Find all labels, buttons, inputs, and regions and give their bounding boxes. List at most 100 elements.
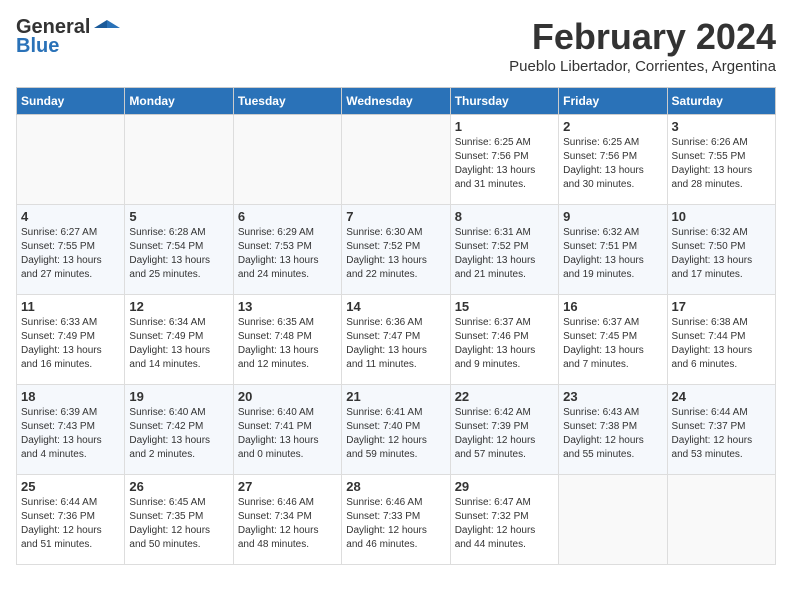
- calendar-cell: 24 Sunrise: 6:44 AM Sunset: 7:37 PM Dayli…: [667, 385, 775, 475]
- calendar-table: SundayMondayTuesdayWednesdayThursdayFrid…: [16, 87, 776, 565]
- calendar-cell: 22Sunrise: 6:42 AM Sunset: 7:39 PM Dayli…: [450, 385, 558, 475]
- day-detail: Sunrise: 6:45 AM Sunset: 7:35 PM Dayligh…: [129, 496, 228, 552]
- day-number: 1: [455, 119, 554, 134]
- calendar-cell: 5Sunrise: 6:28 AM Sunset: 7:54 PM Daylig…: [125, 205, 233, 295]
- logo-bird-icon: [94, 18, 120, 38]
- page-header: General Blue February 2024 Pueblo Libert…: [16, 16, 776, 75]
- calendar-cell: 29 Sunrise: 6:47 AM Sunset: 7:32 PM Dayli…: [450, 475, 558, 565]
- calendar-cell: 10 Sunrise: 6:32 AM Sunset: 7:50 PM Dayli…: [667, 205, 775, 295]
- day-number: 14: [346, 299, 445, 314]
- day-detail: Sunrise: 6:29 AM Sunset: 7:53 PM Dayligh…: [238, 226, 337, 282]
- day-number: 4: [21, 209, 120, 224]
- day-number: 21: [346, 389, 445, 404]
- day-number: 9: [563, 209, 662, 224]
- day-number: 25: [21, 479, 120, 494]
- column-header-saturday: Saturday: [667, 88, 775, 115]
- day-detail: Sunrise: 6:25 AM Sunset: 7:56 PM Dayligh…: [455, 136, 554, 192]
- day-detail: Sunrise: 6:32 AM Sunset: 7:50 PM Dayligh…: [672, 226, 771, 282]
- calendar-cell: 20 Sunrise: 6:40 AM Sunset: 7:41 PM Dayli…: [233, 385, 341, 475]
- calendar-cell: 17 Sunrise: 6:38 AM Sunset: 7:44 PM Dayli…: [667, 295, 775, 385]
- day-detail: Sunrise: 6:41 AM Sunset: 7:40 PM Dayligh…: [346, 406, 445, 462]
- day-detail: Sunrise: 6:32 AM Sunset: 7:51 PM Dayligh…: [563, 226, 662, 282]
- day-number: 6: [238, 209, 337, 224]
- day-detail: Sunrise: 6:37 AM Sunset: 7:46 PM Dayligh…: [455, 316, 554, 372]
- column-header-wednesday: Wednesday: [342, 88, 450, 115]
- column-header-thursday: Thursday: [450, 88, 558, 115]
- day-detail: Sunrise: 6:46 AM Sunset: 7:33 PM Dayligh…: [346, 496, 445, 552]
- day-number: 10: [672, 209, 771, 224]
- day-number: 17: [672, 299, 771, 314]
- calendar-cell: 16 Sunrise: 6:37 AM Sunset: 7:45 PM Dayli…: [559, 295, 667, 385]
- calendar-week-1: 1 Sunrise: 6:25 AM Sunset: 7:56 PM Daylig…: [17, 115, 776, 205]
- calendar-cell: 11Sunrise: 6:33 AM Sunset: 7:49 PM Dayli…: [17, 295, 125, 385]
- calendar-cell: 21 Sunrise: 6:41 AM Sunset: 7:40 PM Dayli…: [342, 385, 450, 475]
- day-number: 29: [455, 479, 554, 494]
- calendar-body: 1 Sunrise: 6:25 AM Sunset: 7:56 PM Daylig…: [17, 115, 776, 565]
- calendar-cell: 3Sunrise: 6:26 AM Sunset: 7:55 PM Daylig…: [667, 115, 775, 205]
- day-number: 12: [129, 299, 228, 314]
- day-number: 11: [21, 299, 120, 314]
- calendar-week-2: 4 Sunrise: 6:27 AM Sunset: 7:55 PM Daylig…: [17, 205, 776, 295]
- day-detail: Sunrise: 6:40 AM Sunset: 7:42 PM Dayligh…: [129, 406, 228, 462]
- calendar-cell: 26 Sunrise: 6:45 AM Sunset: 7:35 PM Dayli…: [125, 475, 233, 565]
- day-detail: Sunrise: 6:46 AM Sunset: 7:34 PM Dayligh…: [238, 496, 337, 552]
- calendar-cell: 4 Sunrise: 6:27 AM Sunset: 7:55 PM Daylig…: [17, 205, 125, 295]
- day-number: 27: [238, 479, 337, 494]
- calendar-cell: [559, 475, 667, 565]
- day-number: 15: [455, 299, 554, 314]
- logo-blue: Blue: [16, 35, 59, 58]
- day-detail: Sunrise: 6:40 AM Sunset: 7:41 PM Dayligh…: [238, 406, 337, 462]
- day-detail: Sunrise: 6:25 AM Sunset: 7:56 PM Dayligh…: [563, 136, 662, 192]
- calendar-week-4: 18 Sunrise: 6:39 AM Sunset: 7:43 PM Dayli…: [17, 385, 776, 475]
- day-detail: Sunrise: 6:47 AM Sunset: 7:32 PM Dayligh…: [455, 496, 554, 552]
- day-number: 8: [455, 209, 554, 224]
- calendar-cell: 15 Sunrise: 6:37 AM Sunset: 7:46 PM Dayli…: [450, 295, 558, 385]
- calendar-cell: 19 Sunrise: 6:40 AM Sunset: 7:42 PM Dayli…: [125, 385, 233, 475]
- day-number: 26: [129, 479, 228, 494]
- day-detail: Sunrise: 6:37 AM Sunset: 7:45 PM Dayligh…: [563, 316, 662, 372]
- calendar-cell: 1 Sunrise: 6:25 AM Sunset: 7:56 PM Daylig…: [450, 115, 558, 205]
- calendar-cell: [233, 115, 341, 205]
- day-detail: Sunrise: 6:44 AM Sunset: 7:37 PM Dayligh…: [672, 406, 771, 462]
- calendar-cell: 25Sunrise: 6:44 AM Sunset: 7:36 PM Dayli…: [17, 475, 125, 565]
- day-number: 16: [563, 299, 662, 314]
- calendar-cell: [667, 475, 775, 565]
- calendar-cell: [17, 115, 125, 205]
- column-header-tuesday: Tuesday: [233, 88, 341, 115]
- month-title: February 2024: [509, 16, 776, 58]
- title-area: February 2024 Pueblo Libertador, Corrien…: [509, 16, 776, 75]
- column-header-sunday: Sunday: [17, 88, 125, 115]
- calendar-cell: 28 Sunrise: 6:46 AM Sunset: 7:33 PM Dayli…: [342, 475, 450, 565]
- day-detail: Sunrise: 6:31 AM Sunset: 7:52 PM Dayligh…: [455, 226, 554, 282]
- day-detail: Sunrise: 6:27 AM Sunset: 7:55 PM Dayligh…: [21, 226, 120, 282]
- calendar-cell: 23 Sunrise: 6:43 AM Sunset: 7:38 PM Dayli…: [559, 385, 667, 475]
- day-number: 28: [346, 479, 445, 494]
- calendar-cell: 12 Sunrise: 6:34 AM Sunset: 7:49 PM Dayli…: [125, 295, 233, 385]
- calendar-cell: [125, 115, 233, 205]
- day-number: 23: [563, 389, 662, 404]
- day-number: 19: [129, 389, 228, 404]
- day-number: 7: [346, 209, 445, 224]
- calendar-week-3: 11Sunrise: 6:33 AM Sunset: 7:49 PM Dayli…: [17, 295, 776, 385]
- calendar-cell: 8 Sunrise: 6:31 AM Sunset: 7:52 PM Daylig…: [450, 205, 558, 295]
- calendar-cell: 9 Sunrise: 6:32 AM Sunset: 7:51 PM Daylig…: [559, 205, 667, 295]
- day-detail: Sunrise: 6:39 AM Sunset: 7:43 PM Dayligh…: [21, 406, 120, 462]
- calendar-cell: 6 Sunrise: 6:29 AM Sunset: 7:53 PM Daylig…: [233, 205, 341, 295]
- day-detail: Sunrise: 6:34 AM Sunset: 7:49 PM Dayligh…: [129, 316, 228, 372]
- day-detail: Sunrise: 6:36 AM Sunset: 7:47 PM Dayligh…: [346, 316, 445, 372]
- calendar-header-row: SundayMondayTuesdayWednesdayThursdayFrid…: [17, 88, 776, 115]
- calendar-cell: 13Sunrise: 6:35 AM Sunset: 7:48 PM Dayli…: [233, 295, 341, 385]
- day-detail: Sunrise: 6:30 AM Sunset: 7:52 PM Dayligh…: [346, 226, 445, 282]
- location-title: Pueblo Libertador, Corrientes, Argentina: [509, 58, 776, 75]
- day-number: 13: [238, 299, 337, 314]
- day-number: 5: [129, 209, 228, 224]
- calendar-week-5: 25Sunrise: 6:44 AM Sunset: 7:36 PM Dayli…: [17, 475, 776, 565]
- day-number: 20: [238, 389, 337, 404]
- day-detail: Sunrise: 6:43 AM Sunset: 7:38 PM Dayligh…: [563, 406, 662, 462]
- column-header-friday: Friday: [559, 88, 667, 115]
- calendar-cell: 14 Sunrise: 6:36 AM Sunset: 7:47 PM Dayli…: [342, 295, 450, 385]
- calendar-cell: 2Sunrise: 6:25 AM Sunset: 7:56 PM Daylig…: [559, 115, 667, 205]
- day-number: 24: [672, 389, 771, 404]
- day-detail: Sunrise: 6:38 AM Sunset: 7:44 PM Dayligh…: [672, 316, 771, 372]
- day-number: 18: [21, 389, 120, 404]
